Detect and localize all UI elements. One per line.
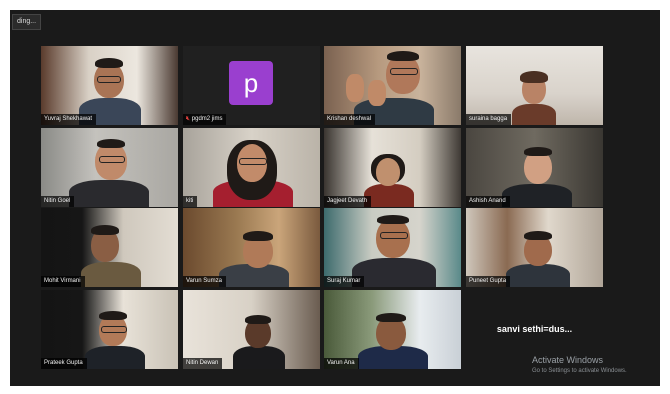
participant-name: Nitin Goel — [41, 196, 75, 207]
video-tile[interactable]: Suraj Kumar — [324, 208, 461, 287]
participant-name: Prateek Gupta — [41, 358, 87, 369]
video-tile[interactable]: Puneet Gupta — [466, 208, 603, 287]
video-tile[interactable]: Varun Sumza — [183, 208, 320, 287]
video-tile[interactable]: Prateek Gupta — [41, 290, 178, 369]
video-tile[interactable]: p 🔇︎ pgdm2 jims — [183, 46, 320, 125]
recording-indicator[interactable]: ding... — [12, 14, 42, 30]
participant-name: Varun Sumza — [183, 276, 226, 287]
video-tile[interactable]: Yuvraj Shekhawat — [41, 46, 178, 125]
microphone-muted-icon: 🔇︎ — [186, 116, 190, 122]
participant-avatar: p — [229, 61, 273, 105]
participant-name: Mohit Virmani — [41, 276, 85, 287]
participant-name: Ashish Anand — [466, 196, 510, 207]
zoom-meeting-window: ding... Yuvraj Shekhawat p 🔇︎ pgdm2 jims … — [10, 10, 660, 386]
participant-name: Jagjeet Devath — [324, 196, 372, 207]
activate-windows-subtitle: Go to Settings to activate Windows. — [532, 368, 627, 374]
participant-name-large: sanvi sethi=dus... — [496, 324, 573, 334]
participant-name: suraina bagga — [466, 114, 512, 125]
video-tile[interactable]: Ashish Anand — [466, 128, 603, 207]
participant-name: 🔇︎ pgdm2 jims — [183, 114, 227, 125]
video-tile[interactable]: Varun Ana — [324, 290, 461, 369]
video-tile-active-speaker[interactable]: Krishan deshwal — [324, 46, 461, 125]
video-tile[interactable]: Mohit Virmani — [41, 208, 178, 287]
video-tile[interactable]: Nitin Goel — [41, 128, 178, 207]
video-tile[interactable]: Jagjeet Devath — [324, 128, 461, 207]
participant-name: Suraj Kumar — [324, 276, 365, 287]
participant-name: Varun Ana — [324, 358, 359, 369]
video-tile[interactable]: suraina bagga — [466, 46, 603, 125]
participant-name: kiti — [183, 196, 198, 207]
participant-name: Nitin Dewan — [183, 358, 223, 369]
video-tile[interactable]: kiti — [183, 128, 320, 207]
participant-name: Yuvraj Shekhawat — [41, 114, 97, 125]
video-tile[interactable]: Nitin Dewan — [183, 290, 320, 369]
activate-windows-title: Activate Windows — [532, 355, 604, 365]
participant-name: Puneet Gupta — [466, 276, 511, 287]
participant-name: Krishan deshwal — [324, 114, 376, 125]
